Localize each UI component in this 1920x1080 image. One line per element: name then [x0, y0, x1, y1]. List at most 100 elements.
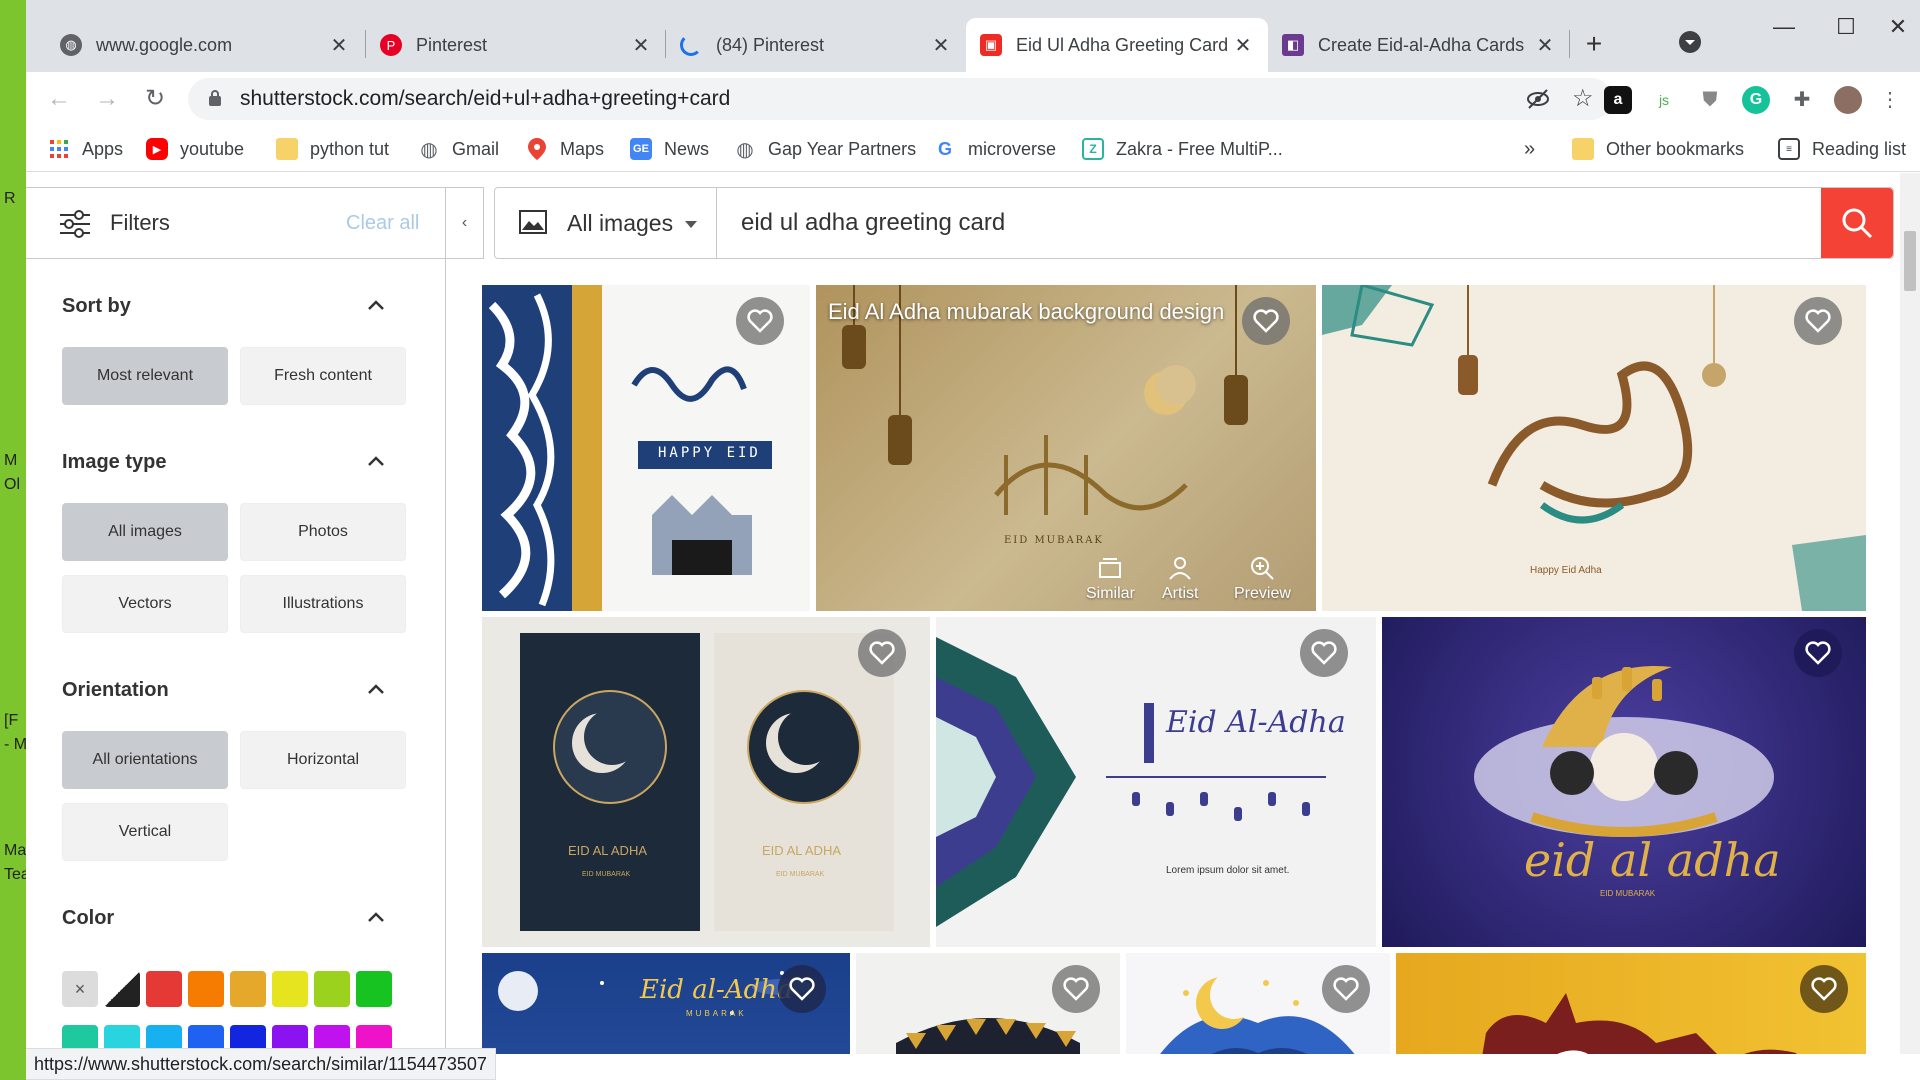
tab-google[interactable]: ◍ www.google.com ✕ — [46, 18, 364, 72]
result-card[interactable] — [1126, 953, 1390, 1054]
grammarly-icon[interactable]: G — [1742, 86, 1770, 114]
color-swatch[interactable] — [314, 971, 350, 1007]
shield-icon[interactable]: ⛊ — [1696, 86, 1724, 114]
puzzle-icon[interactable]: ✚ — [1788, 86, 1816, 114]
result-card[interactable]: HAPPY EID — [482, 285, 810, 611]
avatar[interactable] — [1834, 86, 1862, 114]
color-swatch[interactable] — [188, 971, 224, 1007]
sort-most-relevant[interactable]: Most relevant — [62, 347, 228, 405]
search-button[interactable] — [1821, 188, 1893, 258]
chevron-up-icon[interactable] — [366, 907, 386, 927]
favorite-button[interactable] — [1052, 965, 1100, 1013]
orientation-all[interactable]: All orientations — [62, 731, 228, 789]
close-icon[interactable]: ✕ — [328, 33, 350, 58]
eye-off-icon[interactable] — [1526, 88, 1550, 110]
extension-icon[interactable]: a — [1604, 86, 1632, 114]
type-photos[interactable]: Photos — [240, 503, 406, 561]
favorite-button[interactable] — [858, 629, 906, 677]
tab-pinterest-84[interactable]: (84) Pinterest ✕ — [666, 18, 966, 72]
similar-button[interactable]: Similar — [1086, 555, 1135, 603]
minimize-button[interactable]: — — [1764, 14, 1804, 40]
favorite-button[interactable] — [1322, 965, 1370, 1013]
result-card[interactable]: Happy Eid Adha — [1322, 285, 1866, 611]
forward-button[interactable]: → — [90, 82, 124, 116]
image-type-dropdown[interactable]: All images — [495, 188, 717, 258]
color-swatch[interactable] — [104, 971, 140, 1007]
chevron-up-icon[interactable] — [366, 679, 386, 699]
reload-button[interactable]: ↻ — [138, 82, 172, 116]
chevron-up-icon[interactable] — [366, 451, 386, 471]
page-scrollbar[interactable] — [1900, 173, 1920, 1054]
lock-icon — [209, 90, 221, 106]
artist-button[interactable]: Artist — [1162, 555, 1198, 603]
bookmark-news[interactable]: GE News — [630, 134, 709, 164]
bookmarks-overflow-button[interactable]: » — [1524, 134, 1535, 164]
result-card[interactable] — [1396, 953, 1866, 1054]
tab-canva[interactable]: ◧ Create Eid-al-Adha Cards ✕ — [1268, 18, 1570, 72]
clear-all-button[interactable]: Clear all — [346, 212, 419, 235]
maximize-button[interactable]: ☐ — [1826, 14, 1866, 40]
bookmark-maps[interactable]: Maps — [526, 134, 604, 164]
color-swatch[interactable] — [230, 971, 266, 1007]
favorite-button[interactable] — [736, 297, 784, 345]
chevron-up-icon[interactable] — [366, 295, 386, 315]
color-swatch[interactable] — [272, 971, 308, 1007]
address-bar[interactable]: shutterstock.com/search/eid+ul+adha+gree… — [188, 78, 1612, 120]
color-swatch[interactable] — [356, 971, 392, 1007]
card-text: EID AL ADHA — [568, 843, 647, 858]
favorite-button[interactable] — [1794, 297, 1842, 345]
tab-title: Create Eid-al-Adha Cards — [1318, 34, 1525, 55]
close-icon[interactable]: ✕ — [1534, 33, 1556, 58]
favorite-button[interactable] — [1800, 965, 1848, 1013]
star-icon[interactable]: ☆ — [1572, 84, 1594, 113]
result-card-hovered[interactable]: Eid Al Adha mubarak background design EI… — [816, 285, 1316, 611]
tab-pinterest[interactable]: P Pinterest ✕ — [366, 18, 666, 72]
search-input[interactable] — [717, 188, 1795, 258]
type-illustrations[interactable]: Illustrations — [240, 575, 406, 633]
type-all-images[interactable]: All images — [62, 503, 228, 561]
bookmark-reading-list[interactable]: ≡ Reading list — [1778, 134, 1906, 164]
bookmark-other[interactable]: Other bookmarks — [1572, 134, 1744, 164]
close-icon[interactable]: ✕ — [1232, 33, 1254, 58]
menu-icon[interactable]: ⋮ — [1876, 86, 1904, 114]
result-card[interactable]: Eid al-Adha MUBARAK — [482, 953, 850, 1054]
new-tab-button[interactable]: + — [1574, 28, 1614, 60]
tab-shutterstock[interactable]: ▣ Eid Ul Adha Greeting Card ✕ — [966, 18, 1268, 72]
heart-icon — [1811, 977, 1837, 1001]
bookmark-gap-year[interactable]: ◍ Gap Year Partners — [734, 134, 916, 164]
tab-search-button[interactable] — [1670, 30, 1710, 60]
scrollbar-thumb[interactable] — [1904, 231, 1916, 291]
bookmark-python-tut[interactable]: python tut — [276, 134, 389, 164]
favorite-button[interactable] — [1794, 629, 1842, 677]
close-window-button[interactable]: ✕ — [1878, 14, 1918, 40]
bookmark-zakra[interactable]: Z Zakra - Free MultiP... — [1082, 134, 1283, 164]
close-icon[interactable]: ✕ — [930, 33, 952, 58]
result-card[interactable]: Eid Al-Adha Lorem ipsum dolor sit amet. — [936, 617, 1376, 947]
collapse-filters-button[interactable]: ‹ — [446, 187, 484, 259]
extension-js-icon[interactable]: js — [1650, 86, 1678, 114]
type-vectors[interactable]: Vectors — [62, 575, 228, 633]
back-button[interactable]: ← — [42, 82, 76, 116]
bookmark-youtube[interactable]: ▶ youtube — [146, 134, 244, 164]
favorite-button[interactable] — [1242, 297, 1290, 345]
bookmark-microverse[interactable]: G microverse — [934, 134, 1056, 164]
bookmark-apps[interactable]: Apps — [48, 134, 123, 164]
result-card[interactable] — [856, 953, 1120, 1054]
orientation-horizontal[interactable]: Horizontal — [240, 731, 406, 789]
bookmark-gmail[interactable]: ◍ Gmail — [418, 134, 499, 164]
close-icon[interactable]: ✕ — [630, 33, 652, 58]
preview-button[interactable]: Preview — [1234, 555, 1291, 603]
orientation-title: Orientation — [62, 679, 169, 701]
google-icon: G — [937, 138, 952, 159]
sort-fresh-content[interactable]: Fresh content — [240, 347, 406, 405]
result-card[interactable]: eid al adha EID MUBARAK — [1382, 617, 1866, 947]
color-swatch[interactable] — [146, 971, 182, 1007]
favorite-button[interactable] — [1300, 629, 1348, 677]
preview-label: Preview — [1234, 585, 1291, 602]
favorite-button[interactable] — [778, 965, 826, 1013]
orientation-vertical[interactable]: Vertical — [62, 803, 228, 861]
apps-grid-icon — [48, 138, 70, 160]
color-clear-swatch[interactable]: × — [62, 971, 98, 1007]
result-card[interactable]: EID AL ADHA EID MUBARAK EID AL ADHA EID … — [482, 617, 930, 947]
card-text: HAPPY EID — [658, 445, 761, 461]
